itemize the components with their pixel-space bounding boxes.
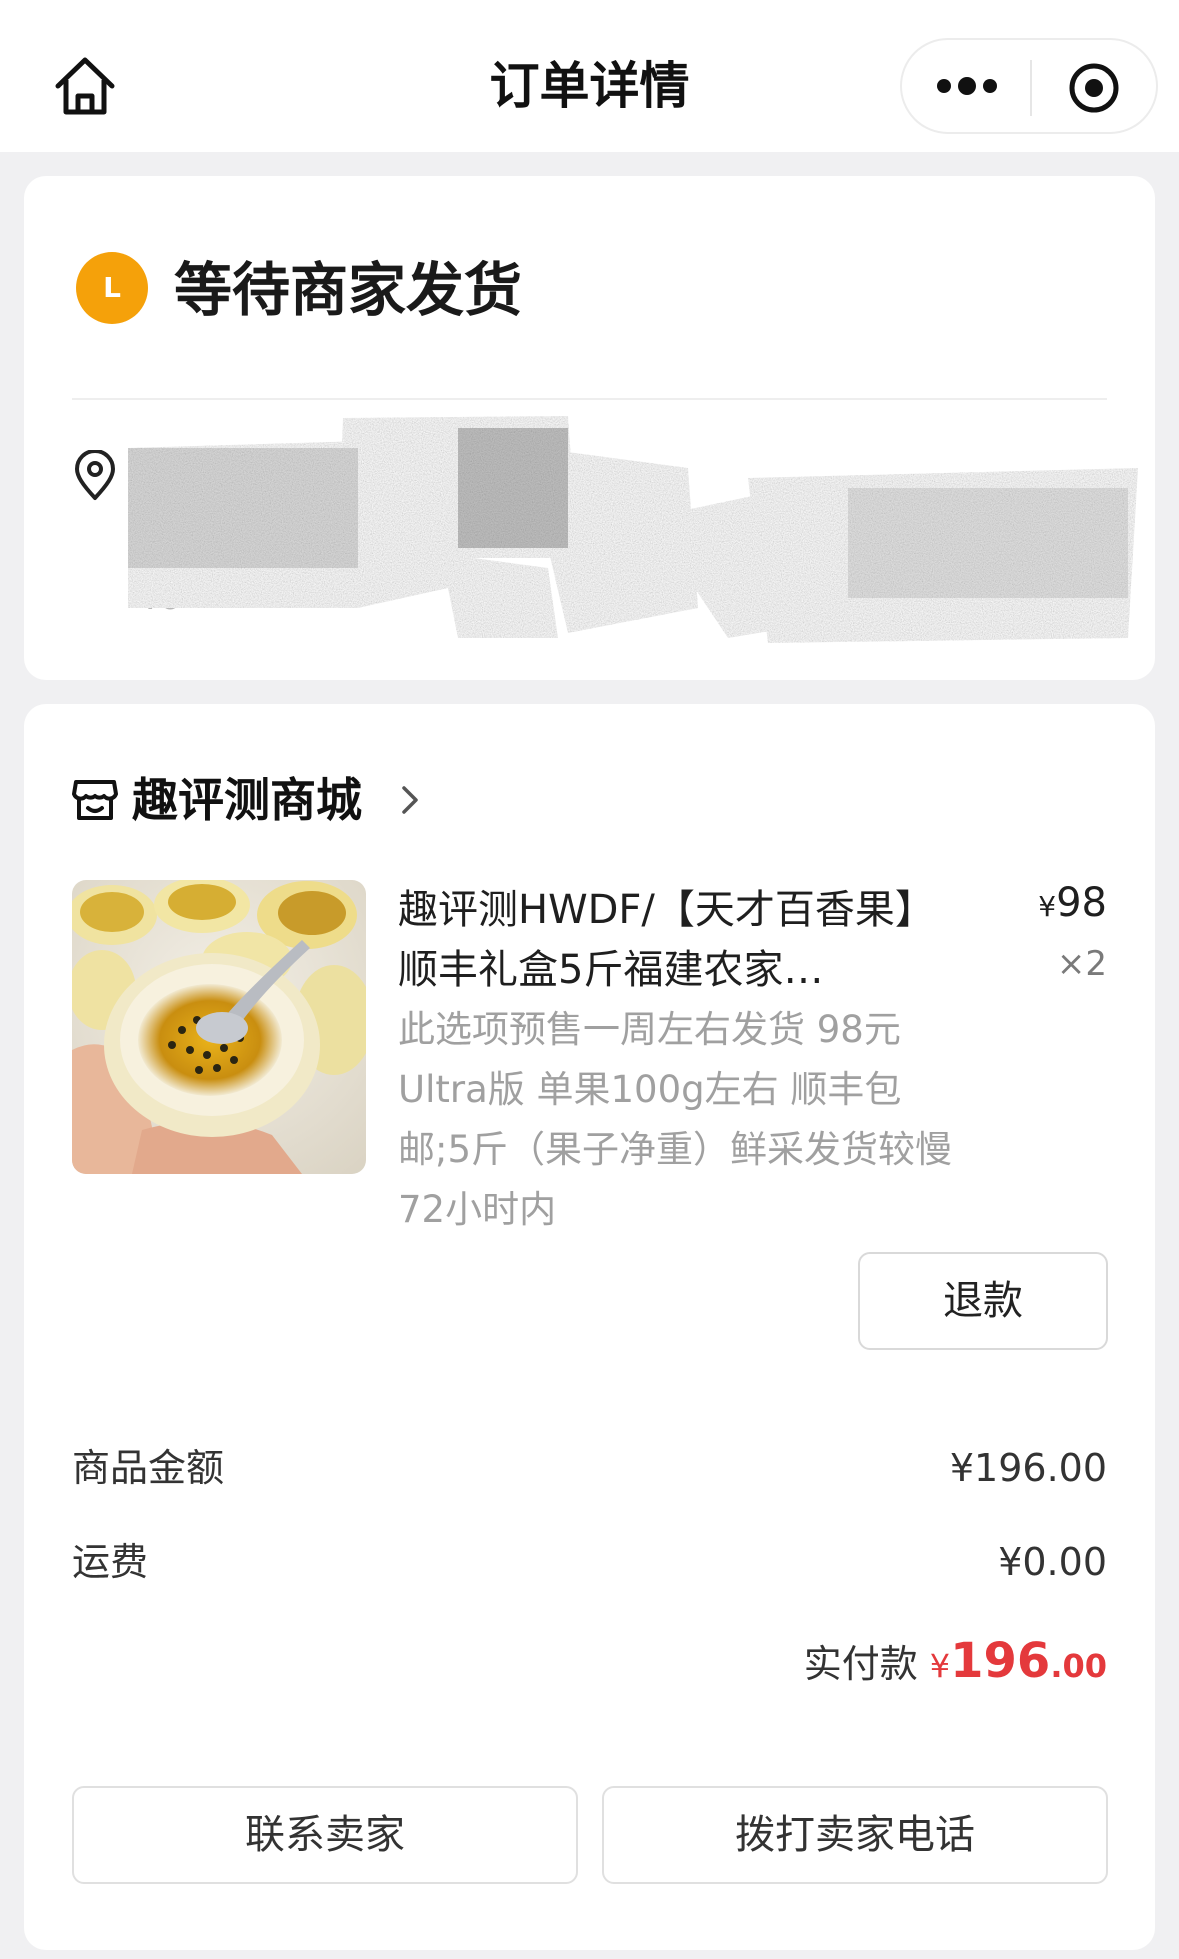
divider [72,398,1107,400]
paid-currency: ¥ [929,1647,951,1685]
product-image[interactable] [72,880,366,1174]
contact-seller-button[interactable]: 联系卖家 [72,1786,578,1884]
mini-program-capsule [900,38,1158,134]
goods-amount-value: ¥196.00 [949,1446,1107,1490]
order-status-text: 等待商家发货 [174,256,523,324]
product-quantity: ×2 [1056,944,1107,984]
goods-amount-row: 商品金额 ¥196.00 [72,1438,1107,1498]
product-price: ¥98 [1038,880,1107,926]
order-detail-card: 趣评测商城 趣评测HWDF/【天才百香果】顺丰礼盒5斤福建农家… 此选项预售一周… [24,704,1155,1950]
product-title[interactable]: 趣评测HWDF/【天才百香果】顺丰礼盒5斤福建农家… [398,880,958,1000]
shipping-label: 运费 [72,1540,149,1584]
paid-label: 实付款 [803,1642,918,1686]
store-icon [70,774,120,824]
status-badge: L [76,252,148,324]
paid-decimal: .00 [1050,1647,1107,1685]
shop-name[interactable]: 趣评测商城 [132,772,362,828]
redacted-address-scribble [128,408,1138,658]
product-spec: 此选项预售一周左右发货 98元Ultra版 单果100g左右 顺丰包邮;5斤（果… [398,1008,953,1231]
shipping-value: ¥0.00 [998,1540,1107,1584]
goods-amount-label: 商品金额 [72,1446,225,1490]
refund-button[interactable]: 退款 [858,1252,1108,1350]
price-currency: ¥ [1038,890,1057,923]
more-dots-icon[interactable] [932,62,1002,110]
chevron-right-icon[interactable] [396,780,424,820]
capsule-divider [1030,60,1032,116]
price-value: 98 [1056,880,1107,926]
order-status-card: L 等待商家发货 付 40 [24,176,1155,680]
shipping-row: 运费 ¥0.00 [72,1532,1107,1592]
paid-integer: 196 [950,1633,1051,1689]
location-pin-icon [72,449,118,502]
paid-amount: 实付款 ¥196.00 [804,1626,1107,1696]
target-circle-icon[interactable] [1066,62,1122,114]
call-seller-button[interactable]: 拨打卖家电话 [602,1786,1108,1884]
navigation-bar: 订单详情 [0,0,1179,152]
